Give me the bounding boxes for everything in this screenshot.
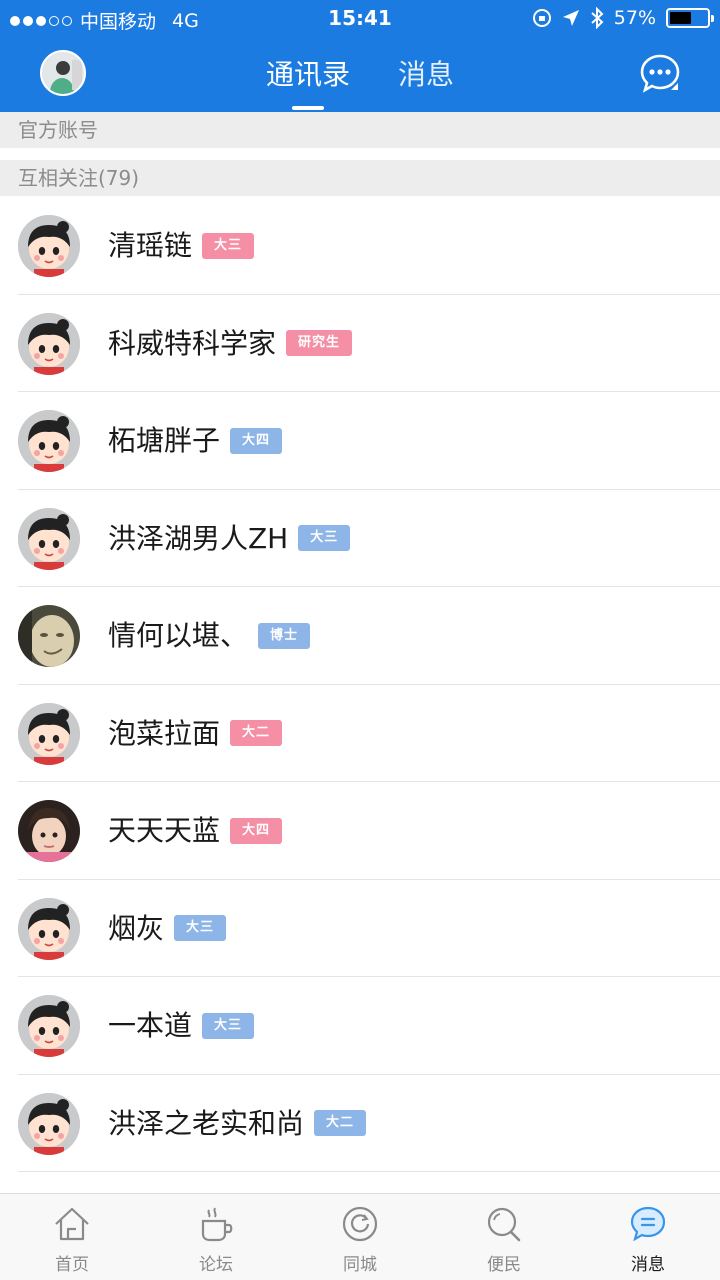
grade-badge: 大三 xyxy=(202,232,255,259)
contact-name-group: 情何以堪、 博士 xyxy=(108,587,311,684)
contact-row[interactable]: 情何以堪、 博士 xyxy=(0,587,720,685)
tab-local-label: 同城 xyxy=(343,1255,377,1275)
message-bubble-icon xyxy=(630,1206,666,1242)
contact-avatar xyxy=(18,702,80,765)
section-official-accounts[interactable]: 官方账号 xyxy=(0,112,720,148)
tab-contacts[interactable]: 通讯录 xyxy=(264,38,352,112)
grade-badge: 大三 xyxy=(174,915,227,941)
location-arrow-icon xyxy=(562,10,579,26)
contact-name: 天天天蓝 xyxy=(108,814,221,847)
contact-row[interactable]: 科威特科学家 研究生 xyxy=(0,295,720,392)
contact-row[interactable]: 洪泽湖男人ZH 大三 xyxy=(0,490,720,587)
contact-name-group: 洪泽之老实和尚 大二 xyxy=(108,1075,367,1172)
row-divider xyxy=(18,1171,720,1172)
contact-name: 一本道 xyxy=(108,1009,193,1042)
coffee-cup-icon xyxy=(201,1207,233,1242)
nav-tabs: 通讯录 消息 xyxy=(0,38,720,112)
contact-name: 柘塘胖子 xyxy=(108,424,221,457)
grade-badge: 大二 xyxy=(314,1110,367,1136)
contact-name: 泡菜拉面 xyxy=(108,716,221,750)
grade-badge: 大四 xyxy=(230,427,283,454)
contact-name: 科威特科学家 xyxy=(108,326,277,360)
grade-badge: 大三 xyxy=(202,1012,255,1039)
tab-services[interactable]: 便民 xyxy=(432,1194,576,1280)
home-icon xyxy=(55,1207,89,1241)
tab-local[interactable]: 同城 xyxy=(288,1194,432,1280)
contact-avatar xyxy=(18,800,80,862)
grade-badge: 大四 xyxy=(230,817,283,844)
contact-avatar xyxy=(18,605,80,667)
contact-name-group: 科威特科学家 研究生 xyxy=(108,295,353,392)
contact-avatar xyxy=(18,312,80,375)
contact-row[interactable]: 洪泽之老实和尚 大二 xyxy=(0,1075,720,1172)
contact-row[interactable]: 一本道 大三 xyxy=(0,977,720,1075)
top-nav-bar: 通讯录 消息 xyxy=(0,38,720,112)
contact-row[interactable]: 清瑶链 大三 xyxy=(0,197,720,295)
contact-name-group: 一本道 大三 xyxy=(108,977,255,1074)
tab-forum-label: 论坛 xyxy=(199,1255,233,1275)
contact-name-group: 柘塘胖子 大四 xyxy=(108,392,283,489)
tab-messages[interactable]: 消息 xyxy=(396,38,456,112)
bottom-tab-bar: 首页 论坛 同城 便民 消息 xyxy=(0,1193,720,1280)
tab-messages-bottom[interactable]: 消息 xyxy=(576,1194,720,1280)
tab-home[interactable]: 首页 xyxy=(0,1194,144,1280)
contact-list: 清瑶链 大三 科威特科学家 研究生 柘塘胖子 大四 洪泽湖男人ZH 大三 情何以堪、 博士 泡菜拉面… xyxy=(0,197,720,1193)
contact-row[interactable]: 泡菜拉面 大二 xyxy=(0,685,720,782)
search-icon xyxy=(487,1207,521,1242)
contact-name: 洪泽湖男人ZH xyxy=(108,521,289,555)
contact-name-group: 清瑶链 大三 xyxy=(108,197,255,294)
tab-messages-bottom-label: 消息 xyxy=(631,1255,665,1275)
rotation-lock-icon xyxy=(532,9,551,27)
refresh-circle-icon xyxy=(342,1206,378,1242)
tab-forum[interactable]: 论坛 xyxy=(144,1194,288,1280)
bluetooth-icon xyxy=(591,7,604,29)
battery-icon xyxy=(666,8,714,28)
contact-name: 洪泽之老实和尚 xyxy=(108,1106,305,1140)
grade-badge: 大二 xyxy=(230,720,283,746)
contact-name-group: 洪泽湖男人ZH 大三 xyxy=(108,490,351,587)
contact-name-group: 泡菜拉面 大二 xyxy=(108,685,283,782)
contact-name: 清瑶链 xyxy=(108,229,193,262)
grade-badge: 研究生 xyxy=(286,330,353,356)
contact-row[interactable]: 烟灰 大三 xyxy=(0,880,720,977)
contact-avatar xyxy=(18,995,80,1057)
tab-services-label: 便民 xyxy=(487,1255,521,1275)
contact-avatar xyxy=(18,1092,80,1155)
contact-avatar xyxy=(18,897,80,960)
contact-name: 烟灰 xyxy=(108,911,165,945)
status-bar: 中国移动 4G 15:41 57% xyxy=(0,0,720,38)
contact-name-group: 烟灰 大三 xyxy=(108,880,227,977)
contact-row[interactable]: 柘塘胖子 大四 xyxy=(0,392,720,490)
section-mutual-follows: 互相关注(79) xyxy=(0,160,720,196)
tab-home-label: 首页 xyxy=(55,1255,89,1275)
contact-avatar xyxy=(18,215,80,277)
contact-name: 情何以堪、 xyxy=(108,619,249,652)
grade-badge: 大三 xyxy=(298,525,351,551)
battery-percent: 57% xyxy=(613,7,656,29)
contact-row[interactable]: 天天天蓝 大四 xyxy=(0,782,720,880)
contact-name-group: 天天天蓝 大四 xyxy=(108,782,283,879)
contact-avatar xyxy=(18,410,80,472)
contact-avatar xyxy=(18,507,80,570)
chat-bubble-icon[interactable] xyxy=(638,52,682,96)
grade-badge: 博士 xyxy=(258,622,311,649)
